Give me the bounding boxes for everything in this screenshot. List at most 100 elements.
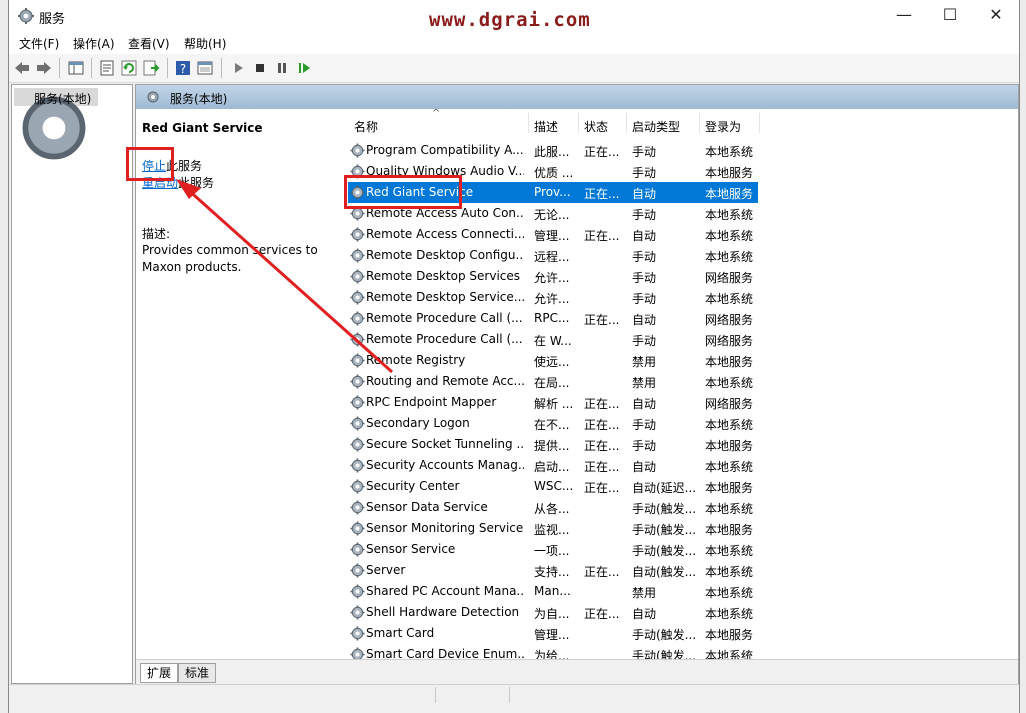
table-row[interactable]: Secondary Logon 在不... 正在... 手动 本地系统 — [348, 413, 758, 434]
view-tabs: 扩展 标准 — [136, 659, 1018, 684]
forward-arrow-icon[interactable] — [35, 59, 53, 77]
play-icon[interactable] — [229, 59, 247, 77]
column-header-name[interactable]: 名称 — [354, 118, 378, 135]
cell-description: 提供... — [534, 439, 570, 453]
cell-status: 正在... — [584, 187, 620, 201]
table-row[interactable]: Remote Desktop Configu... 远程... 手动 本地系统 — [348, 245, 758, 266]
cell-status: 正在... — [584, 229, 620, 243]
restart-icon[interactable] — [295, 59, 313, 77]
menu-view[interactable]: 查看(V) — [128, 35, 170, 52]
service-gear-icon — [350, 521, 365, 536]
tree-item-services-local[interactable]: 服务(本地) — [14, 88, 98, 160]
table-row[interactable]: Remote Access Connecti... 管理... 正在... 自动 本地系… — [348, 224, 758, 245]
table-row[interactable]: RPC Endpoint Mapper 解析 ... 正在... 自动 网络服务 — [348, 392, 758, 413]
cell-startup-type: 手动(触发... — [632, 544, 697, 558]
status-segment — [509, 687, 510, 703]
cell-logon-as: 本地系统 — [705, 292, 754, 306]
cell-startup-type: 自动 — [632, 313, 657, 327]
tab-standard[interactable]: 标准 — [178, 663, 217, 683]
menu-file[interactable]: 文件(F) — [19, 35, 59, 52]
column-separator[interactable] — [759, 113, 760, 133]
table-row[interactable]: Secure Socket Tunneling ... 提供... 正在... 手动 本… — [348, 434, 758, 455]
table-row[interactable]: Remote Desktop Services 允许... 手动 网络服务 — [348, 266, 758, 287]
table-row[interactable]: Shell Hardware Detection 为自... 正在... 自动 本地系统 — [348, 602, 758, 623]
help-icon[interactable]: ? — [174, 59, 192, 77]
refresh-icon[interactable] — [120, 59, 138, 77]
minimize-button[interactable]: — — [881, 0, 927, 32]
description-text: Provides common services to Maxon produc… — [142, 243, 318, 274]
cell-description: 为给... — [534, 649, 570, 659]
table-row[interactable]: Shared PC Account Mana... Man... 禁用 本地系统 — [348, 581, 758, 602]
cell-description: 允许... — [534, 292, 570, 306]
export-list-icon[interactable] — [142, 59, 160, 77]
gear-icon — [147, 91, 159, 103]
cell-startup-type: 自动 — [632, 607, 657, 621]
menu-help[interactable]: 帮助(H) — [184, 35, 226, 52]
column-header-desc[interactable]: 描述 — [534, 118, 558, 135]
table-row[interactable]: Server 支持... 正在... 自动(触发... 本地系统 — [348, 560, 758, 581]
toolbar-separator — [221, 58, 222, 78]
table-row[interactable]: Remote Registry 使远... 禁用 本地服务 — [348, 350, 758, 371]
cell-description: 从各... — [534, 502, 570, 516]
table-row[interactable]: Smart Card 管理... 手动(触发... 本地服务 — [348, 623, 758, 644]
cell-name: Remote Procedure Call (... — [366, 332, 523, 346]
gear-icon — [18, 8, 34, 24]
cell-logon-as: 网络服务 — [705, 313, 754, 327]
cell-name: RPC Endpoint Mapper — [366, 395, 497, 409]
maximize-button[interactable]: ☐ — [927, 0, 973, 32]
properties-icon[interactable] — [98, 59, 116, 77]
title-bar[interactable]: 服务 www.dgrai.com — ☐ ✕ — [9, 0, 1019, 32]
table-row[interactable]: Remote Procedure Call (... RPC... 正在... 自动 网… — [348, 308, 758, 329]
close-button[interactable]: ✕ — [973, 0, 1019, 32]
cell-status: 正在... — [584, 313, 620, 327]
service-gear-icon — [350, 332, 365, 347]
cell-startup-type: 自动(触发... — [632, 565, 697, 579]
table-row[interactable]: Remote Desktop Service... 允许... 手动 本地系统 — [348, 287, 758, 308]
console-tree-icon[interactable] — [67, 59, 85, 77]
table-row[interactable]: Sensor Monitoring Service 监视... 手动(触发... 本地… — [348, 518, 758, 539]
table-row[interactable]: Program Compatibility A... 此服... 正在... 手动 本地… — [348, 140, 758, 161]
description-label: 描述: — [142, 227, 171, 241]
cell-logon-as: 本地系统 — [705, 208, 754, 222]
cell-description: 一项... — [534, 544, 570, 558]
table-row[interactable]: Remote Procedure Call (... 在 W... 手动 网络服务 — [348, 329, 758, 350]
service-details-panel: Red Giant Service 停止此服务 重启动此服务 描述: Provi… — [136, 109, 338, 659]
column-separator[interactable] — [626, 113, 627, 133]
cell-startup-type: 禁用 — [632, 586, 657, 600]
menu-action[interactable]: 操作(A) — [73, 35, 115, 52]
service-gear-icon — [350, 227, 365, 242]
column-header-startup[interactable]: 启动类型 — [632, 118, 680, 135]
table-row[interactable]: Smart Card Device Enum... 为给... 手动(触发... 本地… — [348, 644, 758, 659]
table-row[interactable]: Routing and Remote Acc... 在局... 禁用 本地系统 — [348, 371, 758, 392]
cell-startup-type: 手动 — [632, 292, 657, 306]
cell-logon-as: 网络服务 — [705, 397, 754, 411]
column-separator[interactable] — [528, 113, 529, 133]
table-row[interactable]: Sensor Data Service 从各... 手动(触发... 本地系统 — [348, 497, 758, 518]
back-arrow-icon[interactable] — [13, 59, 31, 77]
service-gear-icon — [350, 458, 365, 473]
pause-icon[interactable] — [273, 59, 291, 77]
cell-name: Secure Socket Tunneling ... — [366, 437, 524, 451]
show-hide-icon[interactable] — [196, 59, 214, 77]
column-header-logon[interactable]: 登录为 — [705, 118, 741, 135]
cell-status: 正在... — [584, 481, 620, 495]
tab-extended[interactable]: 扩展 — [140, 663, 179, 683]
table-row[interactable]: Security Center WSC... 正在... 自动(延迟... 本地服务 — [348, 476, 758, 497]
service-gear-icon — [350, 395, 365, 410]
column-separator[interactable] — [699, 113, 700, 133]
cell-description: 支持... — [534, 565, 570, 579]
cell-status: 正在... — [584, 565, 620, 579]
cell-status: 正在... — [584, 418, 620, 432]
table-row[interactable]: Security Accounts Manag... 启动... 正在... 自动 本地… — [348, 455, 758, 476]
cell-logon-as: 网络服务 — [705, 271, 754, 285]
column-header-status[interactable]: 状态 — [584, 118, 608, 135]
cell-logon-as: 本地服务 — [705, 523, 754, 537]
cell-description: 此服... — [534, 145, 570, 159]
column-separator[interactable] — [578, 113, 579, 133]
cell-startup-type: 手动 — [632, 208, 657, 222]
service-gear-icon — [350, 584, 365, 599]
stop-icon[interactable] — [251, 59, 269, 77]
table-row[interactable]: Sensor Service 一项... 手动(触发... 本地系统 — [348, 539, 758, 560]
console-tree: 服务(本地) — [11, 84, 133, 684]
service-gear-icon — [350, 437, 365, 452]
